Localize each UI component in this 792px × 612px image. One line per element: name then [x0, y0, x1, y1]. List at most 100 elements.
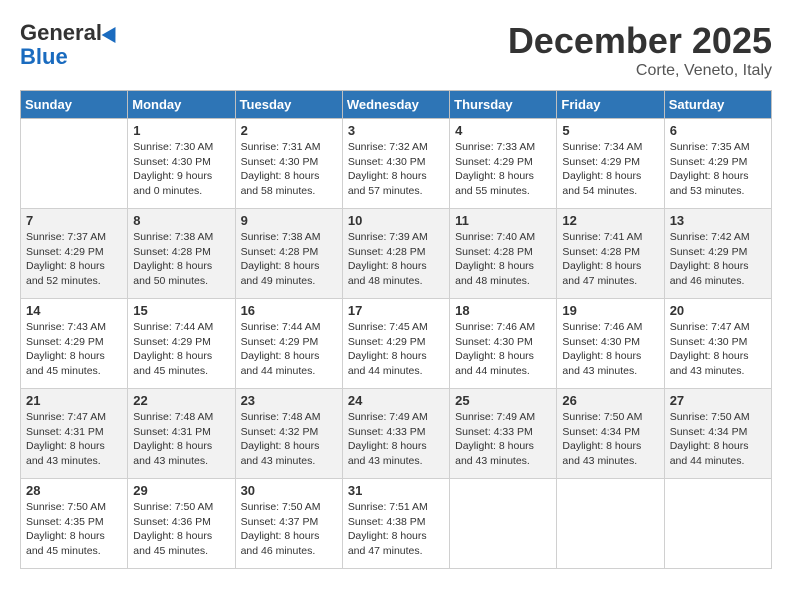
table-row: 28 Sunrise: 7:50 AMSunset: 4:35 PMDayligh… [21, 479, 128, 569]
table-row: 20Sunrise: 7:47 AMSunset: 4:30 PMDayligh… [664, 299, 771, 389]
location: Corte, Veneto, Italy [508, 62, 772, 80]
cell-info: Sunrise: 7:49 AMSunset: 4:33 PMDaylight:… [348, 410, 444, 469]
cell-info: Sunrise: 7:44 AMSunset: 4:29 PMDaylight:… [133, 320, 229, 379]
page-header: General Blue December 2025 Corte, Veneto… [20, 20, 772, 80]
cell-info: Sunrise: 7:45 AMSunset: 4:29 PMDaylight:… [348, 320, 444, 379]
logo-general-text: General [20, 20, 102, 46]
table-row: 30 Sunrise: 7:50 AMSunset: 4:37 PMDayligh… [235, 479, 342, 569]
cell-info: Sunrise: 7:44 AMSunset: 4:29 PMDaylight:… [241, 320, 337, 379]
day-number: 13 [670, 213, 766, 228]
month-title: December 2025 [508, 20, 772, 62]
cell-info: Sunrise: 7:50 AMSunset: 4:34 PMDaylight:… [670, 410, 766, 469]
day-number: 14 [26, 303, 122, 318]
day-number: 11 [455, 213, 551, 228]
day-number: 20 [670, 303, 766, 318]
dow-header-sunday: Sunday [21, 91, 128, 119]
table-row: 7Sunrise: 7:37 AMSunset: 4:29 PMDaylight… [21, 209, 128, 299]
dow-header-friday: Friday [557, 91, 664, 119]
table-row: 13 Sunrise: 7:42 AMSunset: 4:29 PMDayligh… [664, 209, 771, 299]
day-number: 1 [133, 123, 229, 138]
table-row [664, 479, 771, 569]
cell-info: Sunrise: 7:46 AMSunset: 4:30 PMDaylight:… [455, 320, 551, 379]
day-number: 23 [241, 393, 337, 408]
table-row: 5Sunrise: 7:34 AMSunset: 4:29 PMDaylight… [557, 119, 664, 209]
cell-info: Sunrise: 7:50 AMSunset: 4:34 PMDaylight:… [562, 410, 658, 469]
title-block: December 2025 Corte, Veneto, Italy [508, 20, 772, 80]
cell-info: Sunrise: 7:38 AMSunset: 4:28 PMDaylight:… [241, 230, 337, 289]
cell-info: Sunrise: 7:46 AMSunset: 4:30 PMDaylight:… [562, 320, 658, 379]
cell-info: Sunrise: 7:49 AMSunset: 4:33 PMDaylight:… [455, 410, 551, 469]
table-row: 6Sunrise: 7:35 AMSunset: 4:29 PMDaylight… [664, 119, 771, 209]
table-row: 12 Sunrise: 7:41 AMSunset: 4:28 PMDayligh… [557, 209, 664, 299]
day-number: 19 [562, 303, 658, 318]
day-number: 21 [26, 393, 122, 408]
day-number: 15 [133, 303, 229, 318]
table-row: 26 Sunrise: 7:50 AMSunset: 4:34 PMDayligh… [557, 389, 664, 479]
day-number: 17 [348, 303, 444, 318]
table-row: 29 Sunrise: 7:50 AMSunset: 4:36 PMDayligh… [128, 479, 235, 569]
cell-info: Sunrise: 7:47 AMSunset: 4:31 PMDaylight:… [26, 410, 122, 469]
day-number: 24 [348, 393, 444, 408]
day-number: 25 [455, 393, 551, 408]
cell-info: Sunrise: 7:40 AMSunset: 4:28 PMDaylight:… [455, 230, 551, 289]
table-row: 24 Sunrise: 7:49 AMSunset: 4:33 PMDayligh… [342, 389, 449, 479]
cell-info: Sunrise: 7:48 AMSunset: 4:31 PMDaylight:… [133, 410, 229, 469]
table-row: 21 Sunrise: 7:47 AMSunset: 4:31 PMDayligh… [21, 389, 128, 479]
table-row [450, 479, 557, 569]
day-number: 18 [455, 303, 551, 318]
table-row: 31Sunrise: 7:51 AMSunset: 4:38 PMDayligh… [342, 479, 449, 569]
day-number: 7 [26, 213, 122, 228]
cell-info: Sunrise: 7:33 AMSunset: 4:29 PMDaylight:… [455, 140, 551, 199]
day-number: 9 [241, 213, 337, 228]
dow-header-tuesday: Tuesday [235, 91, 342, 119]
calendar-table: SundayMondayTuesdayWednesdayThursdayFrid… [20, 90, 772, 569]
day-number: 16 [241, 303, 337, 318]
day-number: 5 [562, 123, 658, 138]
logo-triangle-icon [102, 23, 123, 43]
cell-info: Sunrise: 7:50 AMSunset: 4:35 PMDaylight:… [26, 500, 122, 559]
table-row: 19 Sunrise: 7:46 AMSunset: 4:30 PMDayligh… [557, 299, 664, 389]
dow-header-saturday: Saturday [664, 91, 771, 119]
cell-info: Sunrise: 7:42 AMSunset: 4:29 PMDaylight:… [670, 230, 766, 289]
day-number: 3 [348, 123, 444, 138]
day-number: 27 [670, 393, 766, 408]
logo-blue-text: Blue [20, 44, 68, 70]
dow-header-wednesday: Wednesday [342, 91, 449, 119]
table-row: 9 Sunrise: 7:38 AMSunset: 4:28 PMDaylight… [235, 209, 342, 299]
table-row: 14 Sunrise: 7:43 AMSunset: 4:29 PMDayligh… [21, 299, 128, 389]
day-number: 28 [26, 483, 122, 498]
table-row [557, 479, 664, 569]
day-number: 12 [562, 213, 658, 228]
table-row: 2Sunrise: 7:31 AMSunset: 4:30 PMDaylight… [235, 119, 342, 209]
day-number: 30 [241, 483, 337, 498]
cell-info: Sunrise: 7:41 AMSunset: 4:28 PMDaylight:… [562, 230, 658, 289]
table-row: 18 Sunrise: 7:46 AMSunset: 4:30 PMDayligh… [450, 299, 557, 389]
day-number: 22 [133, 393, 229, 408]
day-number: 26 [562, 393, 658, 408]
day-number: 31 [348, 483, 444, 498]
table-row: 8 Sunrise: 7:38 AMSunset: 4:28 PMDaylight… [128, 209, 235, 299]
day-number: 29 [133, 483, 229, 498]
table-row: 3 Sunrise: 7:32 AMSunset: 4:30 PMDaylight… [342, 119, 449, 209]
day-number: 4 [455, 123, 551, 138]
logo: General Blue [20, 20, 120, 70]
day-number: 6 [670, 123, 766, 138]
table-row: 23Sunrise: 7:48 AMSunset: 4:32 PMDayligh… [235, 389, 342, 479]
cell-info: Sunrise: 7:43 AMSunset: 4:29 PMDaylight:… [26, 320, 122, 379]
cell-info: Sunrise: 7:30 AMSunset: 4:30 PMDaylight:… [133, 140, 229, 199]
table-row: 1 Sunrise: 7:30 AMSunset: 4:30 PMDaylight… [128, 119, 235, 209]
table-row: 16 Sunrise: 7:44 AMSunset: 4:29 PMDayligh… [235, 299, 342, 389]
day-number: 8 [133, 213, 229, 228]
dow-header-monday: Monday [128, 91, 235, 119]
cell-info: Sunrise: 7:39 AMSunset: 4:28 PMDaylight:… [348, 230, 444, 289]
table-row: 15 Sunrise: 7:44 AMSunset: 4:29 PMDayligh… [128, 299, 235, 389]
table-row: 17 Sunrise: 7:45 AMSunset: 4:29 PMDayligh… [342, 299, 449, 389]
cell-info: Sunrise: 7:32 AMSunset: 4:30 PMDaylight:… [348, 140, 444, 199]
table-row: 11 Sunrise: 7:40 AMSunset: 4:28 PMDayligh… [450, 209, 557, 299]
table-row: 27 Sunrise: 7:50 AMSunset: 4:34 PMDayligh… [664, 389, 771, 479]
cell-info: Sunrise: 7:50 AMSunset: 4:37 PMDaylight:… [241, 500, 337, 559]
cell-info: Sunrise: 7:38 AMSunset: 4:28 PMDaylight:… [133, 230, 229, 289]
table-row: 10Sunrise: 7:39 AMSunset: 4:28 PMDayligh… [342, 209, 449, 299]
day-number: 2 [241, 123, 337, 138]
cell-info: Sunrise: 7:50 AMSunset: 4:36 PMDaylight:… [133, 500, 229, 559]
